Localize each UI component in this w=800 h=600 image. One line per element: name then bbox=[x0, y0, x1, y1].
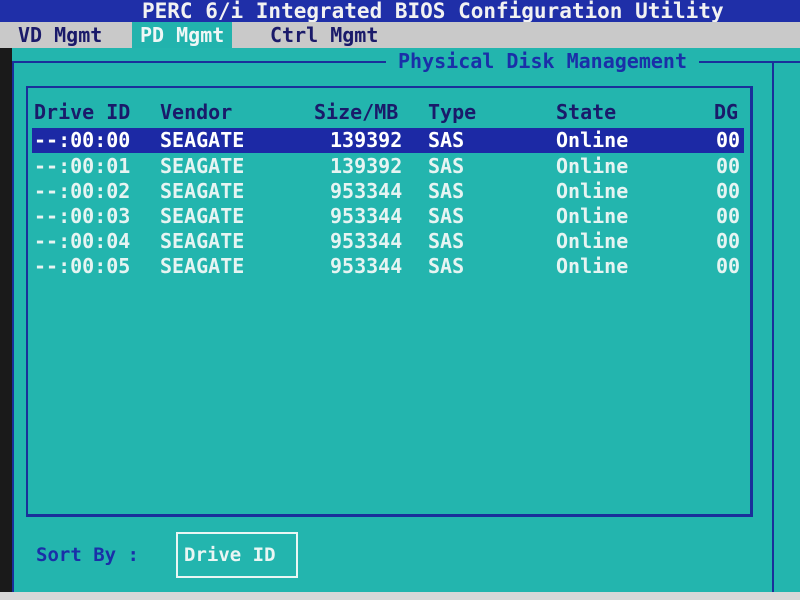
column-header-dg: DG bbox=[714, 100, 739, 124]
type-cell: SAS bbox=[428, 204, 465, 228]
tab-bar: VD Mgmt PD Mgmt Ctrl Mgmt bbox=[0, 22, 800, 48]
tab-ctrl-mgmt[interactable]: Ctrl Mgmt bbox=[262, 22, 386, 48]
size-cell: 139392 bbox=[330, 154, 403, 178]
vendor-cell: SEAGATE bbox=[160, 229, 245, 253]
disk-row[interactable]: --:00:01 SEAGATE 139392 SAS Online 00 bbox=[32, 154, 744, 179]
state-cell: Online bbox=[556, 254, 629, 278]
drive-id-cell: --:00:00 bbox=[34, 128, 131, 152]
column-header-vendor: Vendor bbox=[160, 100, 233, 124]
disk-row[interactable]: --:00:04 SEAGATE 953344 SAS Online 00 bbox=[32, 229, 744, 254]
vendor-cell: SEAGATE bbox=[160, 254, 245, 278]
disk-row[interactable]: --:00:05 SEAGATE 953344 SAS Online 00 bbox=[32, 254, 744, 279]
tab-pd-mgmt[interactable]: PD Mgmt bbox=[132, 22, 233, 48]
state-cell: Online bbox=[556, 154, 629, 178]
size-cell: 139392 bbox=[330, 128, 403, 152]
utility-title: PERC 6/i Integrated BIOS Configuration U… bbox=[142, 0, 724, 22]
vendor-cell: SEAGATE bbox=[160, 179, 245, 203]
physical-disk-list[interactable]: Drive ID Vendor Size/MB Type State DG --… bbox=[26, 86, 753, 517]
state-cell: Online bbox=[556, 128, 629, 152]
drive-id-cell: --:00:05 bbox=[34, 254, 131, 278]
state-cell: Online bbox=[556, 204, 629, 228]
state-cell: Online bbox=[556, 229, 629, 253]
column-header-state: State bbox=[556, 100, 617, 124]
drive-id-cell: --:00:02 bbox=[34, 179, 131, 203]
drive-id-cell: --:00:01 bbox=[34, 154, 131, 178]
disk-row[interactable]: --:00:00 SEAGATE 139392 SAS Online 00 bbox=[32, 128, 744, 153]
size-cell: 953344 bbox=[330, 254, 403, 278]
drive-id-cell: --:00:03 bbox=[34, 204, 131, 228]
dg-cell: 00 bbox=[716, 179, 741, 203]
drive-id-cell: --:00:04 bbox=[34, 229, 131, 253]
size-cell: 953344 bbox=[330, 204, 403, 228]
dg-cell: 00 bbox=[716, 254, 741, 278]
type-cell: SAS bbox=[428, 179, 465, 203]
utility-title-bar: PERC 6/i Integrated BIOS Configuration U… bbox=[0, 0, 800, 22]
footer-strip bbox=[0, 592, 800, 600]
dg-cell: 00 bbox=[716, 154, 741, 178]
vendor-cell: SEAGATE bbox=[160, 204, 245, 228]
dg-cell: 00 bbox=[716, 128, 741, 152]
physical-disk-management-panel: Physical Disk Management Drive ID Vendor… bbox=[12, 48, 800, 600]
disk-row[interactable]: --:00:03 SEAGATE 953344 SAS Online 00 bbox=[32, 204, 744, 229]
type-cell: SAS bbox=[428, 229, 465, 253]
frame-left-border bbox=[12, 61, 14, 600]
size-cell: 953344 bbox=[330, 229, 403, 253]
vendor-cell: SEAGATE bbox=[160, 154, 245, 178]
frame-right-border bbox=[772, 61, 774, 600]
section-title: Physical Disk Management bbox=[386, 48, 699, 74]
sort-by-value: Drive ID bbox=[184, 544, 276, 566]
type-cell: SAS bbox=[428, 128, 465, 152]
sort-by-button[interactable]: Drive ID bbox=[176, 532, 298, 578]
dg-cell: 00 bbox=[716, 204, 741, 228]
column-header-size: Size/MB bbox=[314, 100, 399, 124]
tab-vd-mgmt[interactable]: VD Mgmt bbox=[10, 22, 110, 48]
type-cell: SAS bbox=[428, 154, 465, 178]
vendor-cell: SEAGATE bbox=[160, 128, 245, 152]
state-cell: Online bbox=[556, 179, 629, 203]
dg-cell: 00 bbox=[716, 229, 741, 253]
column-header-type: Type bbox=[428, 100, 477, 124]
disk-row[interactable]: --:00:02 SEAGATE 953344 SAS Online 00 bbox=[32, 179, 744, 204]
type-cell: SAS bbox=[428, 254, 465, 278]
column-header-drive-id: Drive ID bbox=[34, 100, 131, 124]
sort-by-label: Sort By : bbox=[36, 544, 139, 566]
size-cell: 953344 bbox=[330, 179, 403, 203]
